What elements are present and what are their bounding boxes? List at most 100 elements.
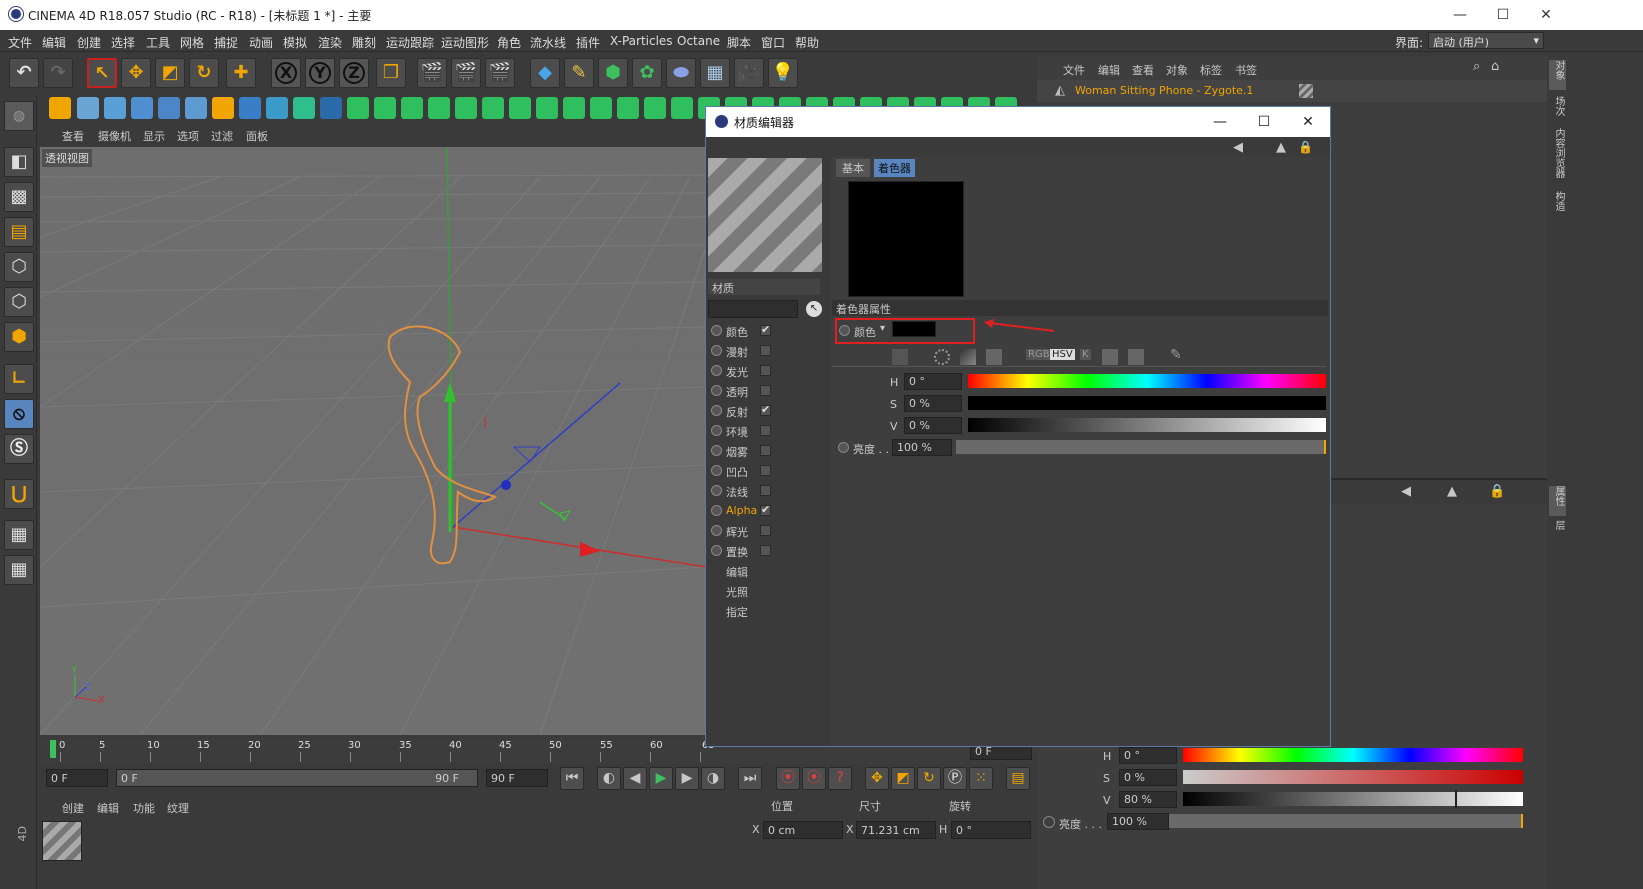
menu-motion-tracking[interactable]: 运动跟踪 bbox=[386, 34, 434, 51]
deformer-button[interactable]: ⬬ bbox=[666, 58, 696, 88]
spectrum-icon[interactable] bbox=[960, 349, 976, 365]
channel-diffusion[interactable]: 漫射 bbox=[708, 342, 788, 360]
rotation-h-field[interactable]: 0 ° bbox=[951, 821, 1031, 839]
menu-file[interactable]: 文件 bbox=[8, 34, 32, 51]
channel-glow[interactable]: 辉光 bbox=[708, 522, 788, 540]
key-rotation-button[interactable]: ↻ bbox=[917, 767, 941, 790]
record-button[interactable]: ⦿ bbox=[776, 767, 800, 790]
menu-xparticles[interactable]: X-Particles bbox=[610, 34, 673, 48]
swatches-icon[interactable] bbox=[1128, 349, 1144, 365]
xp-sun-icon[interactable] bbox=[293, 97, 315, 119]
editor-link[interactable]: 编辑 bbox=[726, 564, 748, 580]
channel-reflectance[interactable]: 反射 bbox=[708, 402, 788, 420]
dialog-maximize-button[interactable]: ☐ bbox=[1242, 107, 1286, 137]
timeline-window-button[interactable]: ▤ bbox=[1006, 767, 1030, 790]
frame-range-slider[interactable]: 0 F 90 F bbox=[116, 769, 478, 787]
menu-character[interactable]: 角色 bbox=[497, 34, 521, 51]
channel-checkbox[interactable] bbox=[760, 525, 771, 536]
solo-mode-button[interactable]: Ⓢ bbox=[4, 434, 34, 464]
xp-wind-icon[interactable] bbox=[563, 97, 585, 119]
xp-gravity-icon[interactable] bbox=[644, 97, 666, 119]
xp-constraint-icon[interactable] bbox=[347, 97, 369, 119]
start-frame-field[interactable]: 0 F bbox=[46, 769, 108, 787]
channel-checkbox[interactable] bbox=[760, 485, 771, 496]
image-icon[interactable] bbox=[986, 349, 1002, 365]
channel-bump[interactable]: 凹凸 bbox=[708, 462, 788, 480]
attr-value-handle[interactable] bbox=[1455, 790, 1457, 808]
hue-slider[interactable] bbox=[968, 374, 1326, 388]
layout-dropdown[interactable]: 启动 (用户) ▾ bbox=[1428, 32, 1544, 49]
tab-objects[interactable]: 对象 bbox=[1549, 60, 1566, 90]
camera-button[interactable]: 🎥 bbox=[734, 58, 764, 88]
object-row[interactable]: ◭ Woman Sitting Phone - Zygote.1 bbox=[1037, 80, 1547, 102]
xp-cover-icon[interactable] bbox=[428, 97, 450, 119]
channel-checkbox[interactable] bbox=[760, 545, 771, 556]
menu-simulate[interactable]: 模拟 bbox=[283, 34, 307, 51]
octane-icon[interactable] bbox=[49, 97, 71, 119]
s-field[interactable]: 0 % bbox=[904, 395, 962, 412]
color-swatch[interactable] bbox=[892, 321, 936, 337]
go-to-end-button[interactable]: ⏭ bbox=[738, 767, 762, 790]
v-field[interactable]: 0 % bbox=[904, 417, 962, 434]
render-settings-button[interactable]: 🎬 bbox=[485, 58, 515, 88]
tab-basic[interactable]: 基本 bbox=[836, 159, 870, 177]
prev-frame-button[interactable]: ◀ bbox=[623, 767, 647, 790]
menu-select[interactable]: 选择 bbox=[111, 34, 135, 51]
xp-attractor-icon[interactable] bbox=[590, 97, 612, 119]
lock-icon[interactable]: 🔒 bbox=[1489, 484, 1505, 499]
array-button[interactable]: ✿ bbox=[632, 58, 662, 88]
rotate-tool-button[interactable]: ↻ bbox=[189, 58, 219, 88]
tab-takes[interactable]: 场次 bbox=[1549, 96, 1566, 116]
live-select-button[interactable]: ✚ bbox=[226, 58, 256, 88]
channel-checkbox[interactable] bbox=[760, 503, 771, 516]
eyedropper-icon[interactable]: ✎ bbox=[1170, 347, 1182, 363]
viewport-menu-view[interactable]: 查看 bbox=[62, 128, 84, 144]
end-frame-field[interactable]: 90 F bbox=[486, 769, 548, 787]
dialog-up-arrow-icon[interactable]: ▲ bbox=[1276, 140, 1286, 155]
value-slider[interactable] bbox=[968, 418, 1326, 432]
axis-mode-button[interactable]: ∟ bbox=[4, 364, 34, 394]
edges-mode-button[interactable]: ⬡ bbox=[4, 287, 34, 317]
redo-button[interactable]: ↷ bbox=[43, 58, 73, 88]
viewport-menu-panel[interactable]: 面板 bbox=[246, 128, 268, 144]
playhead[interactable] bbox=[50, 740, 56, 758]
xp-gear-icon[interactable] bbox=[212, 97, 234, 119]
menu-mograph[interactable]: 运动图形 bbox=[441, 34, 489, 51]
saturation-slider[interactable] bbox=[968, 396, 1326, 410]
key-scale-button[interactable]: ◩ bbox=[891, 767, 915, 790]
render-picture-viewer-button[interactable]: 🎬 bbox=[451, 58, 481, 88]
xp-vortex-icon[interactable] bbox=[617, 97, 639, 119]
position-x-field[interactable]: 0 cm bbox=[763, 821, 843, 839]
color-radio[interactable] bbox=[839, 325, 850, 336]
brightness-slider[interactable] bbox=[956, 440, 1326, 454]
make-editable-button[interactable]: ◍ bbox=[4, 101, 34, 131]
z-axis-lock-button[interactable]: Z bbox=[339, 58, 369, 88]
xp-generator-icon[interactable] bbox=[131, 97, 153, 119]
dialog-back-arrow-icon[interactable]: ◀ bbox=[1233, 140, 1243, 155]
channel-alpha[interactable]: Alpha bbox=[708, 502, 788, 520]
material-tag-icon[interactable] bbox=[1299, 84, 1313, 98]
menu-snap[interactable]: 捕捉 bbox=[214, 34, 238, 51]
material-preview[interactable] bbox=[708, 158, 822, 272]
undo-button[interactable]: ↶ bbox=[9, 58, 39, 88]
key-position-button[interactable]: ✥ bbox=[865, 767, 889, 790]
attr-saturation-slider[interactable] bbox=[1183, 770, 1523, 784]
dialog-minimize-button[interactable]: — bbox=[1198, 107, 1242, 137]
attr-s-field[interactable]: 0 % bbox=[1119, 769, 1177, 786]
maximize-button[interactable]: ☐ bbox=[1480, 0, 1526, 30]
menu-animate[interactable]: 动画 bbox=[249, 34, 273, 51]
matmgr-menu-create[interactable]: 创建 bbox=[62, 800, 84, 816]
color-picker-icon[interactable] bbox=[892, 349, 908, 365]
floor-button[interactable]: ▦ bbox=[700, 58, 730, 88]
rgb-mode-button[interactable]: RGB bbox=[1026, 349, 1052, 360]
home-icon[interactable]: ⌂ bbox=[1491, 59, 1499, 74]
tab-layers[interactable]: 层 bbox=[1549, 520, 1566, 530]
key-parameter-button[interactable]: Ⓟ bbox=[943, 767, 967, 790]
channel-luminance[interactable]: 发光 bbox=[708, 362, 788, 380]
attr-brightness-slider[interactable] bbox=[1169, 814, 1523, 828]
tab-content-browser[interactable]: 内容浏览器 bbox=[1549, 128, 1566, 178]
channel-checkbox[interactable] bbox=[760, 345, 771, 356]
workplane-lock-button[interactable]: ▦ bbox=[4, 520, 34, 550]
menu-pipeline[interactable]: 流水线 bbox=[530, 34, 566, 51]
viewport-menu-camera[interactable]: 摄像机 bbox=[98, 128, 131, 144]
